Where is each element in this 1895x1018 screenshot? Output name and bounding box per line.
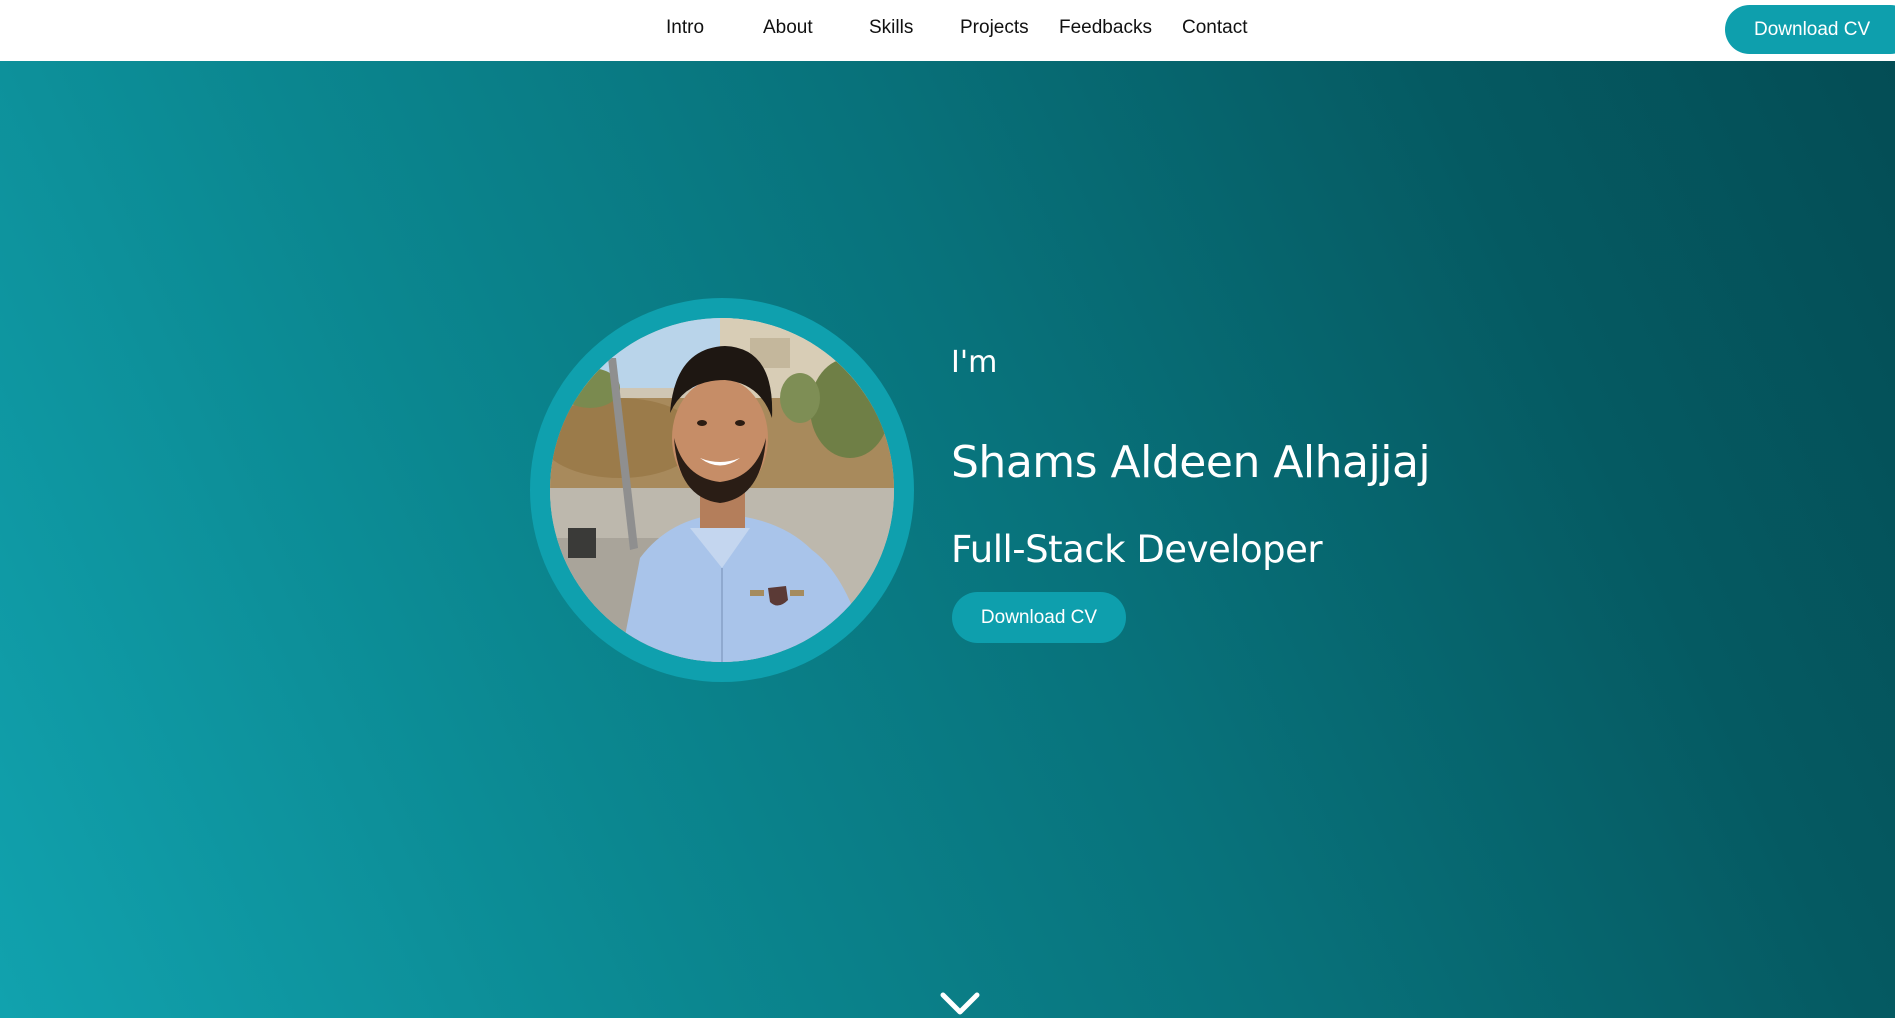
profile-photo [550,318,894,662]
hero-download-cv-button[interactable]: Download CV [952,592,1126,643]
nav-link-skills[interactable]: Skills [869,17,913,39]
nav-download-cv-button[interactable]: Download CV [1725,5,1895,54]
intro-role: Full-Stack Developer [951,528,1323,571]
intro-section: I'm Shams Aldeen Alhajjaj Full-Stack Dev… [0,61,1895,1018]
intro-greeting: I'm [951,345,998,380]
nav-link-about[interactable]: About [763,17,813,39]
nav-links: Intro About Skills Projects Feedbacks Co… [0,0,1895,58]
nav-link-intro[interactable]: Intro [666,17,704,39]
profile-photo-frame [530,298,914,682]
top-navbar: Intro About Skills Projects Feedbacks Co… [0,0,1895,61]
nav-link-contact[interactable]: Contact [1182,17,1247,39]
profile-photo-image [550,318,894,662]
chevron-down-icon[interactable] [940,991,980,1017]
nav-link-projects[interactable]: Projects [960,17,1029,39]
intro-name: Shams Aldeen Alhajjaj [951,437,1431,488]
nav-link-feedbacks[interactable]: Feedbacks [1059,17,1152,39]
